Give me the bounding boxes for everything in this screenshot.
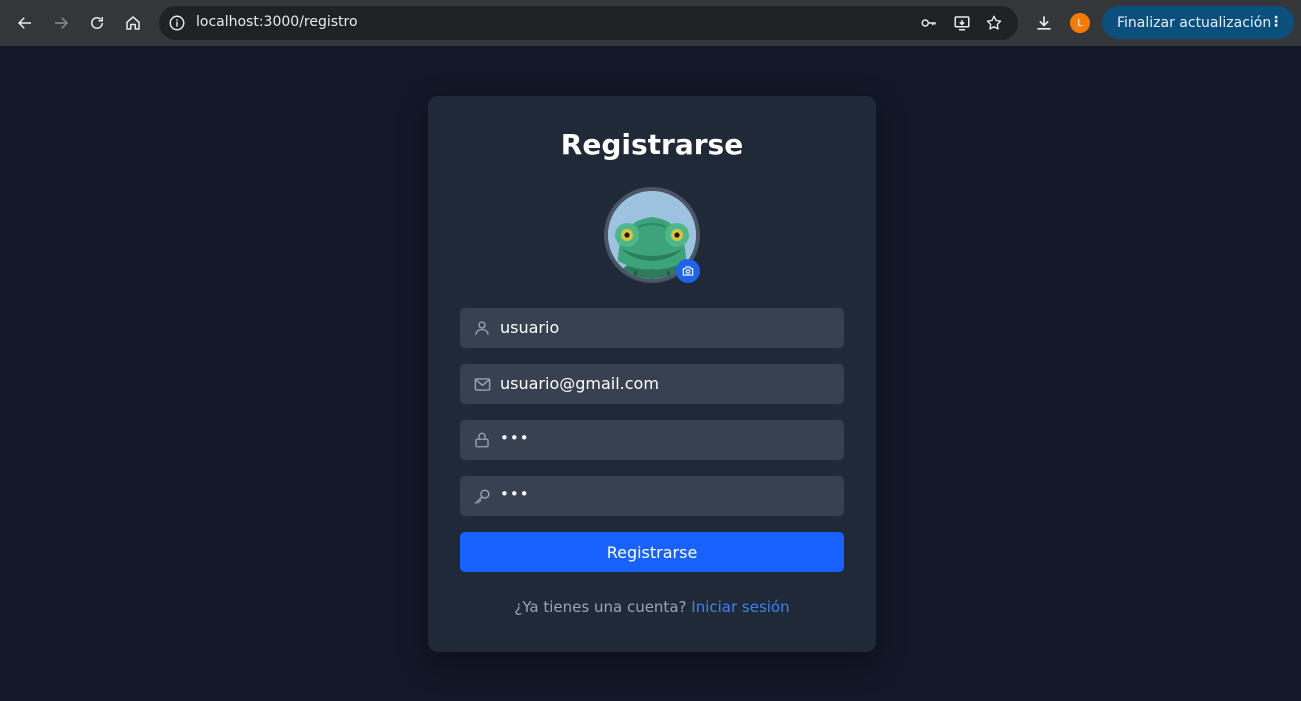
reload-button[interactable] <box>83 9 111 37</box>
page-background: Registrarse usuario usuario@gmail.com ••… <box>0 46 1301 701</box>
password-value: ••• <box>500 429 530 447</box>
home-icon <box>126 16 140 30</box>
download-icon[interactable] <box>1033 12 1055 34</box>
mail-icon <box>472 374 492 394</box>
bookmark-star-icon[interactable] <box>984 13 1004 33</box>
home-button[interactable] <box>119 9 147 37</box>
arrow-left-icon <box>17 17 31 29</box>
confirm-password-field[interactable]: ••• <box>460 476 844 516</box>
key-icon <box>472 486 492 506</box>
address-bar[interactable]: localhost:3000/registro <box>159 6 1018 40</box>
email-field[interactable]: usuario@gmail.com <box>460 364 844 404</box>
profile-avatar[interactable]: L <box>1070 13 1090 33</box>
camera-icon[interactable] <box>676 259 700 283</box>
password-field[interactable]: ••• <box>460 420 844 460</box>
install-app-icon[interactable] <box>952 13 972 33</box>
register-card: Registrarse usuario usuario@gmail.com ••… <box>428 96 876 652</box>
more-menu-icon[interactable]: ⋮ <box>1269 14 1283 30</box>
finish-update-button[interactable]: Finalizar actualización ⋮ <box>1102 6 1294 39</box>
forward-button[interactable] <box>47 9 75 37</box>
finish-update-label: Finalizar actualización <box>1117 14 1272 31</box>
user-icon <box>472 318 492 338</box>
email-value: usuario@gmail.com <box>500 374 659 393</box>
page-title: Registrarse <box>560 128 744 161</box>
login-prompt-text: ¿Ya tienes una cuenta? <box>514 598 687 616</box>
username-field[interactable]: usuario <box>460 308 844 348</box>
url-text: localhost:3000/registro <box>196 14 358 30</box>
login-prompt: ¿Ya tienes una cuenta? Iniciar sesión <box>428 598 876 616</box>
back-button[interactable] <box>11 9 39 37</box>
register-button[interactable]: Registrarse <box>460 532 844 572</box>
reload-icon <box>91 17 103 29</box>
lock-icon <box>472 430 492 450</box>
username-value: usuario <box>500 318 560 337</box>
arrow-right-icon <box>55 17 69 29</box>
confirm-password-value: ••• <box>500 485 530 503</box>
site-info-icon[interactable] <box>167 13 187 33</box>
login-link[interactable]: Iniciar sesión <box>691 598 789 616</box>
avatar-upload[interactable] <box>604 187 700 283</box>
password-key-icon[interactable] <box>919 13 939 33</box>
browser-toolbar: localhost:3000/registro L Finalizar actu… <box>0 0 1301 46</box>
